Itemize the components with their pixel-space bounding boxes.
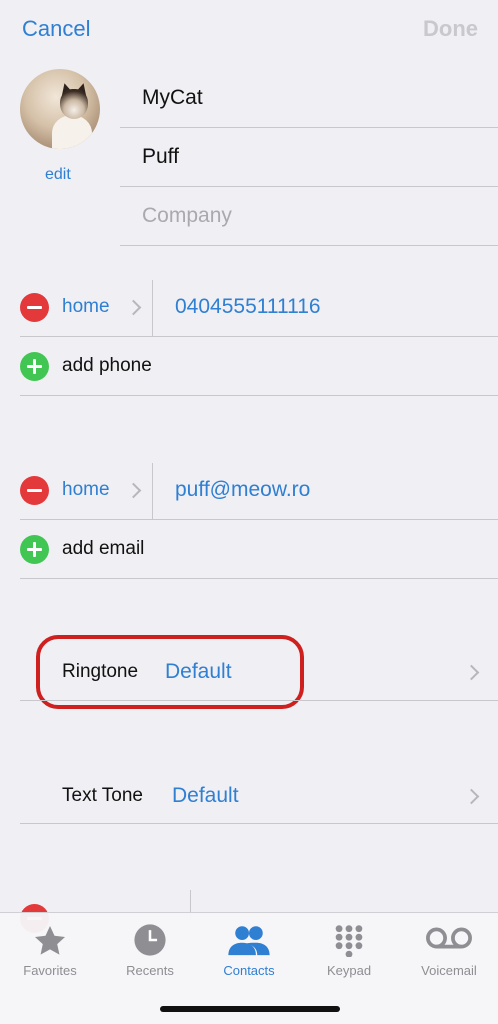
chevron-right-icon [125, 299, 142, 316]
divider [20, 519, 498, 520]
delete-phone-button[interactable] [20, 293, 49, 322]
divider [120, 245, 498, 246]
add-phone-icon[interactable] [20, 352, 49, 381]
text-tone-label: Text Tone [62, 785, 143, 806]
divider [20, 578, 498, 579]
star-icon [35, 926, 65, 955]
home-indicator [160, 1006, 340, 1012]
last-name-field[interactable]: Puff [142, 145, 179, 169]
divider [152, 280, 153, 336]
text-tone-row[interactable]: Text Tone Default [0, 764, 498, 824]
divider [120, 127, 498, 128]
clock-icon [134, 924, 166, 956]
contacts-icon [228, 926, 270, 956]
tab-favorites[interactable]: Favorites [0, 913, 100, 993]
tab-voicemail-label: Voicemail [421, 963, 477, 978]
divider [152, 463, 153, 519]
email-field[interactable]: puff@meow.ro [175, 478, 310, 502]
divider [20, 395, 498, 396]
divider [20, 336, 498, 337]
tab-keypad[interactable]: Keypad [299, 913, 399, 993]
keypad-icon [335, 925, 363, 957]
phone-label[interactable]: home [62, 296, 110, 318]
divider [120, 186, 498, 187]
phone-number-field[interactable]: 0404555111116 [175, 295, 321, 319]
contact-photo[interactable] [20, 69, 100, 149]
add-phone-button[interactable]: add phone [62, 355, 152, 377]
divider [20, 823, 498, 824]
delete-email-button[interactable] [20, 476, 49, 505]
navigation-bar: Cancel Done [0, 0, 498, 60]
company-field[interactable]: Company [142, 204, 232, 228]
tab-recents-label: Recents [126, 963, 174, 978]
chevron-right-icon [125, 482, 142, 499]
edit-photo-button[interactable]: edit [45, 166, 71, 184]
tab-favorites-label: Favorites [23, 963, 77, 978]
edit-contact-screen: Cancel Done edit MyCat Puff Company home… [0, 0, 498, 1024]
add-email-button[interactable]: add email [62, 538, 144, 560]
tab-voicemail[interactable]: Voicemail [399, 913, 498, 993]
tab-contacts[interactable]: Contacts [199, 913, 299, 993]
text-tone-value: Default [172, 784, 239, 807]
add-email-icon[interactable] [20, 535, 49, 564]
voicemail-icon [426, 927, 472, 949]
tab-recents[interactable]: Recents [100, 913, 200, 993]
first-name-field[interactable]: MyCat [142, 86, 203, 110]
chevron-right-icon [463, 788, 480, 805]
email-label[interactable]: home [62, 479, 110, 501]
ringtone-highlight-annotation [36, 635, 304, 709]
tab-keypad-label: Keypad [326, 963, 372, 978]
cancel-button[interactable]: Cancel [22, 16, 90, 42]
divider [20, 700, 498, 701]
chevron-right-icon [463, 664, 480, 681]
done-button[interactable]: Done [423, 16, 478, 42]
tab-contacts-label: Contacts [223, 963, 275, 978]
